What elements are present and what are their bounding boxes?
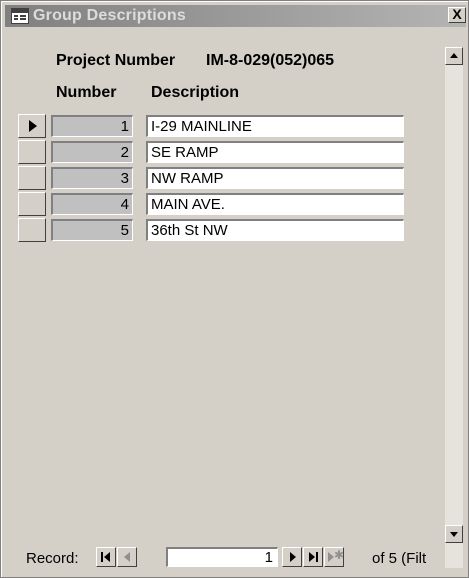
arrow-up-icon — [450, 53, 458, 58]
table-row: 1 I-29 MAINLINE — [18, 114, 406, 139]
description-field[interactable]: I-29 MAINLINE — [146, 115, 404, 137]
scroll-up-button[interactable] — [445, 47, 463, 65]
new-record-button[interactable]: ✱ — [324, 547, 344, 567]
table-row: 5 36th St NW — [18, 218, 406, 243]
title-bar[interactable]: Group Descriptions X — [5, 5, 466, 27]
first-record-button[interactable] — [96, 547, 116, 567]
form-view-icon — [11, 8, 29, 24]
window-title: Group Descriptions — [33, 7, 186, 24]
arrow-down-icon — [450, 532, 458, 537]
table-row: 3 NW RAMP — [18, 166, 406, 191]
number-field[interactable]: 5 — [51, 219, 133, 241]
description-field[interactable]: 36th St NW — [146, 219, 404, 241]
current-record-pointer-icon — [29, 120, 37, 132]
record-selector[interactable] — [18, 166, 46, 190]
vertical-scrollbar[interactable] — [445, 47, 463, 568]
scroll-down-button[interactable] — [445, 525, 463, 543]
next-record-button[interactable] — [282, 547, 302, 567]
previous-record-button[interactable] — [117, 547, 137, 567]
project-number-label: Project Number — [56, 52, 176, 69]
number-field[interactable]: 2 — [51, 141, 133, 163]
record-navigation-bar: Record: 1 ✱ of 5 (Filt — [14, 546, 444, 570]
record-selector[interactable] — [18, 140, 46, 164]
last-record-button[interactable] — [303, 547, 323, 567]
record-count-text: of 5 (Filt — [372, 550, 427, 567]
table-row: 4 MAIN AVE. — [18, 192, 406, 217]
number-field[interactable]: 4 — [51, 193, 133, 215]
project-number-value: IM-8-029(052)065 — [206, 52, 335, 69]
close-button[interactable]: X — [448, 7, 466, 23]
record-selector[interactable] — [18, 192, 46, 216]
current-record-input[interactable]: 1 — [166, 547, 278, 567]
number-field[interactable]: 1 — [51, 115, 133, 137]
description-column-header: Description — [151, 84, 240, 101]
table-row: 2 SE RAMP — [18, 140, 406, 165]
number-field[interactable]: 3 — [51, 167, 133, 189]
record-label: Record: — [26, 550, 79, 567]
description-field[interactable]: SE RAMP — [146, 141, 404, 163]
description-field[interactable]: NW RAMP — [146, 167, 404, 189]
description-field[interactable]: MAIN AVE. — [146, 193, 404, 215]
record-selector[interactable] — [18, 114, 46, 138]
record-selector[interactable] — [18, 218, 46, 242]
number-column-header: Number — [56, 84, 117, 101]
